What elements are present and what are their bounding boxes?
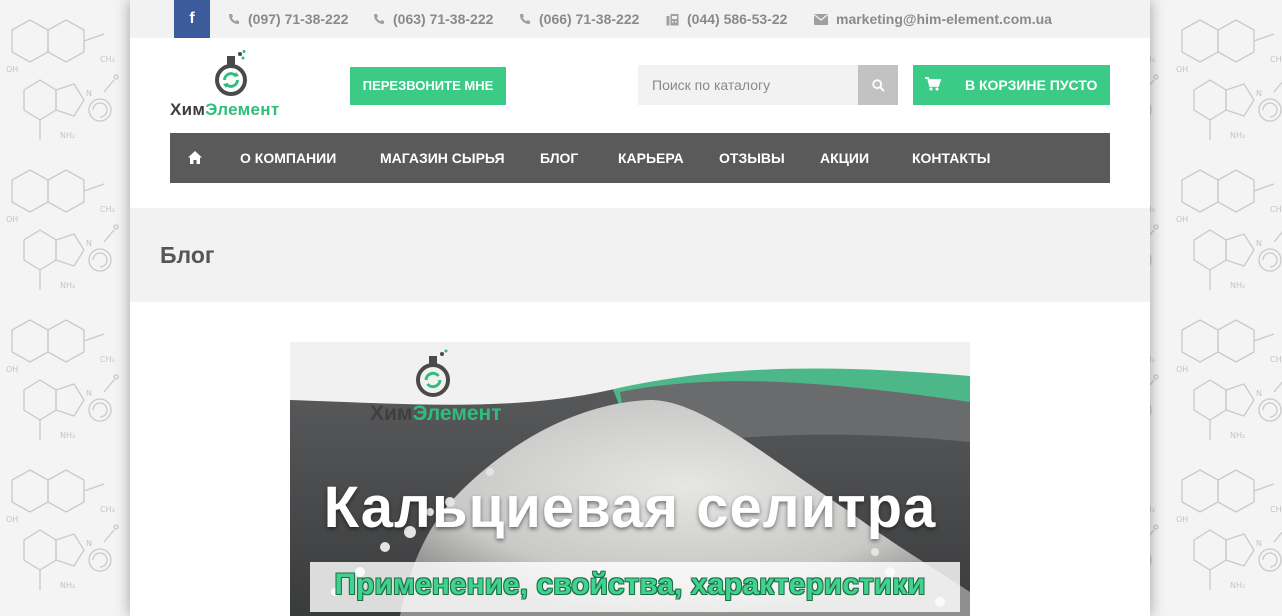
top-contact-bar: f (097) 71-38-222 (063) 71-38-222 (066) …: [130, 0, 1150, 38]
phone-number-3: (066) 71-38-222: [539, 11, 640, 27]
contact-email[interactable]: marketing@him-element.com.ua: [814, 0, 1052, 38]
logo-wordmark: ХимЭлемент: [170, 100, 280, 119]
nav-item-blog[interactable]: БЛОГ: [540, 133, 578, 183]
banner-title: Кальциевая селитра: [323, 475, 937, 540]
envelope-icon: [814, 13, 828, 25]
contact-fax[interactable]: (044) 586-53-22: [666, 0, 787, 38]
phone-icon: [520, 14, 530, 25]
email-address: marketing@him-element.com.ua: [836, 11, 1052, 27]
search-input[interactable]: [638, 65, 858, 105]
nav-item-career[interactable]: КАРЬЕРА: [618, 133, 684, 183]
phone-icon: [229, 14, 239, 25]
site-logo[interactable]: ХимЭлемент: [170, 50, 310, 122]
main-navigation: О КОМПАНИИ МАГАЗИН СЫРЬЯ БЛОГ КАРЬЕРА ОТ…: [170, 133, 1110, 183]
banner-subtitle: Применение, свойства, характеристики: [334, 568, 926, 601]
fax-icon: [666, 13, 679, 26]
nav-item-about[interactable]: О КОМПАНИИ: [240, 133, 336, 183]
cart-button[interactable]: В КОРЗИНЕ ПУСТО: [913, 65, 1110, 105]
home-icon: [188, 151, 202, 164]
nav-home[interactable]: [182, 133, 208, 183]
cart-icon: [925, 77, 941, 91]
nav-item-promotions[interactable]: АКЦИИ: [820, 133, 869, 183]
phone-number-2: (063) 71-38-222: [393, 11, 494, 27]
contact-phone-2[interactable]: (063) 71-38-222: [373, 0, 493, 38]
callback-button[interactable]: ПЕРЕЗВОНИТЕ МНЕ: [350, 67, 506, 105]
phone-icon: [374, 14, 384, 25]
nav-item-contacts[interactable]: КОНТАКТЫ: [912, 133, 990, 183]
nav-item-shop[interactable]: МАГАЗИН СЫРЬЯ: [380, 133, 505, 183]
phone-number-1: (097) 71-38-222: [248, 11, 349, 27]
page-title: Блог: [160, 242, 215, 268]
facebook-icon: f: [189, 10, 195, 27]
search-icon: [871, 78, 885, 92]
blog-post-banner[interactable]: ХимЭлемент Кальциевая селитра Применение…: [290, 342, 970, 616]
cart-label: В КОРЗИНЕ ПУСТО: [965, 77, 1098, 93]
nav-item-reviews[interactable]: ОТЗЫВЫ: [719, 133, 785, 183]
banner-logo-wordmark: ХимЭлемент: [370, 402, 502, 425]
page-title-band: Блог: [130, 208, 1150, 302]
contact-phone-3[interactable]: (066) 71-38-222: [519, 0, 639, 38]
search-button[interactable]: [858, 65, 898, 105]
fax-number: (044) 586-53-22: [687, 11, 788, 27]
flask-logo-icon: [215, 50, 247, 96]
facebook-button[interactable]: f: [174, 0, 210, 38]
contact-phone-1[interactable]: (097) 71-38-222: [228, 0, 348, 38]
page-container: f (097) 71-38-222 (063) 71-38-222 (066) …: [130, 0, 1150, 616]
